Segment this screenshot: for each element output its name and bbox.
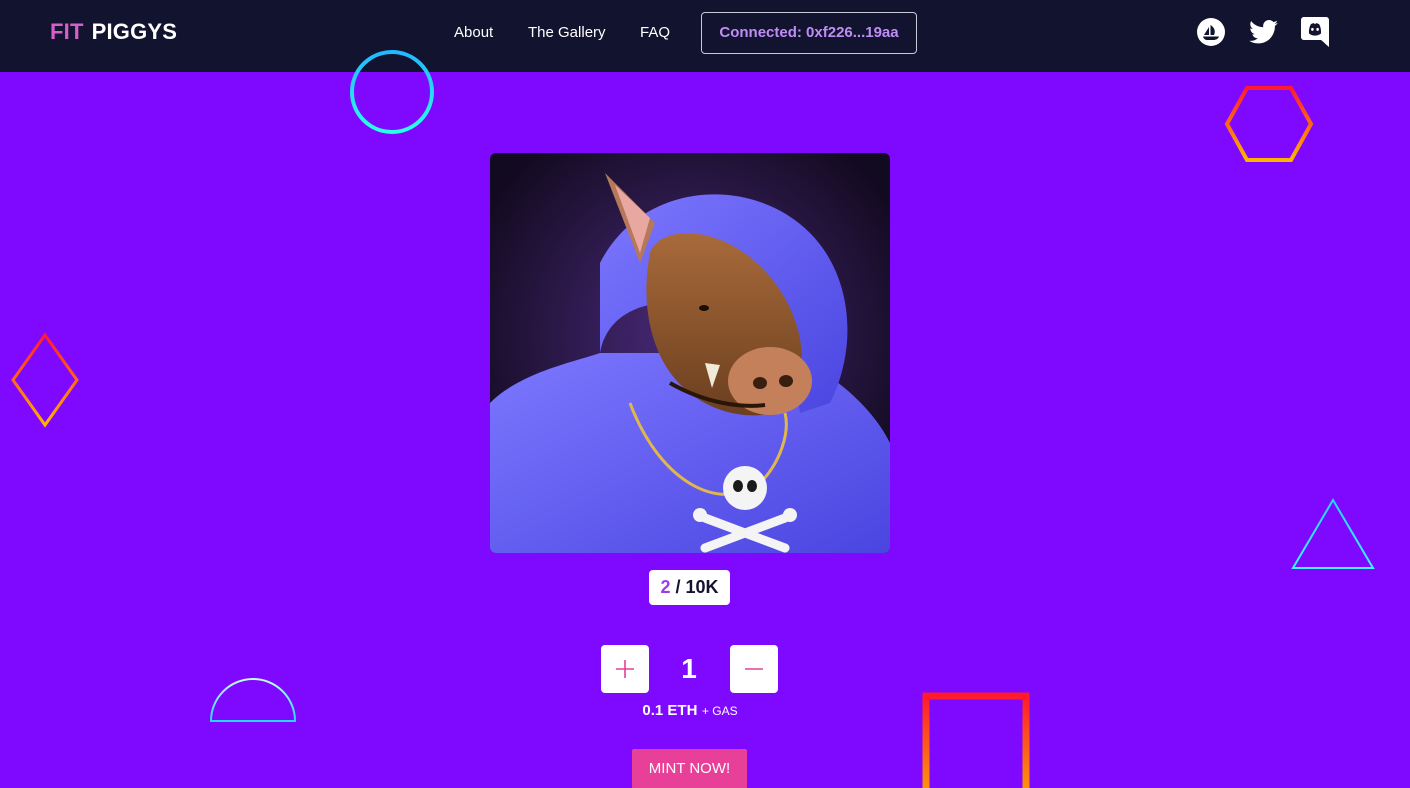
discord-icon[interactable] [1300,17,1330,47]
increment-quantity-button[interactable] [601,645,649,693]
price-eth: 0.1 ETH [642,702,698,719]
nav-link-about[interactable]: About [454,24,493,41]
navbar: FIT PIGGYS About The Gallery FAQ Connecte… [0,0,1410,72]
nav-link-faq[interactable]: FAQ [640,24,670,41]
minus-icon [745,668,763,670]
decor-triangle-shape [1291,498,1375,569]
total-supply: / 10K [675,577,719,597]
nav-link-gallery[interactable]: The Gallery [528,24,606,41]
mint-now-button[interactable]: MINT NOW! [632,749,747,788]
decor-hexagon-shape [1224,86,1314,162]
decrement-quantity-button[interactable] [730,645,778,693]
quantity-value: 1 [681,653,697,684]
minted-count: 2 [660,577,671,597]
price-gas: + GAS [701,704,738,718]
brand-logo[interactable]: FIT PIGGYS [50,19,177,45]
supply-counter: 2 / 10K [649,570,730,605]
nft-preview-image [490,153,890,553]
decor-square-shape [922,692,1030,788]
twitter-icon[interactable] [1248,17,1278,47]
decor-circle-shape [350,50,434,134]
brand-fit-text: FIT [50,19,84,44]
decor-semicircle-shape [209,678,297,722]
plus-icon [616,660,634,678]
mint-price: 0.1 ETH + GAS [590,702,790,720]
connect-wallet-button[interactable]: Connected: 0xf226...19aa [701,12,917,54]
opensea-icon[interactable] [1196,17,1226,47]
brand-piggys-text: PIGGYS [91,19,178,44]
decor-diamond-shape [11,332,79,428]
